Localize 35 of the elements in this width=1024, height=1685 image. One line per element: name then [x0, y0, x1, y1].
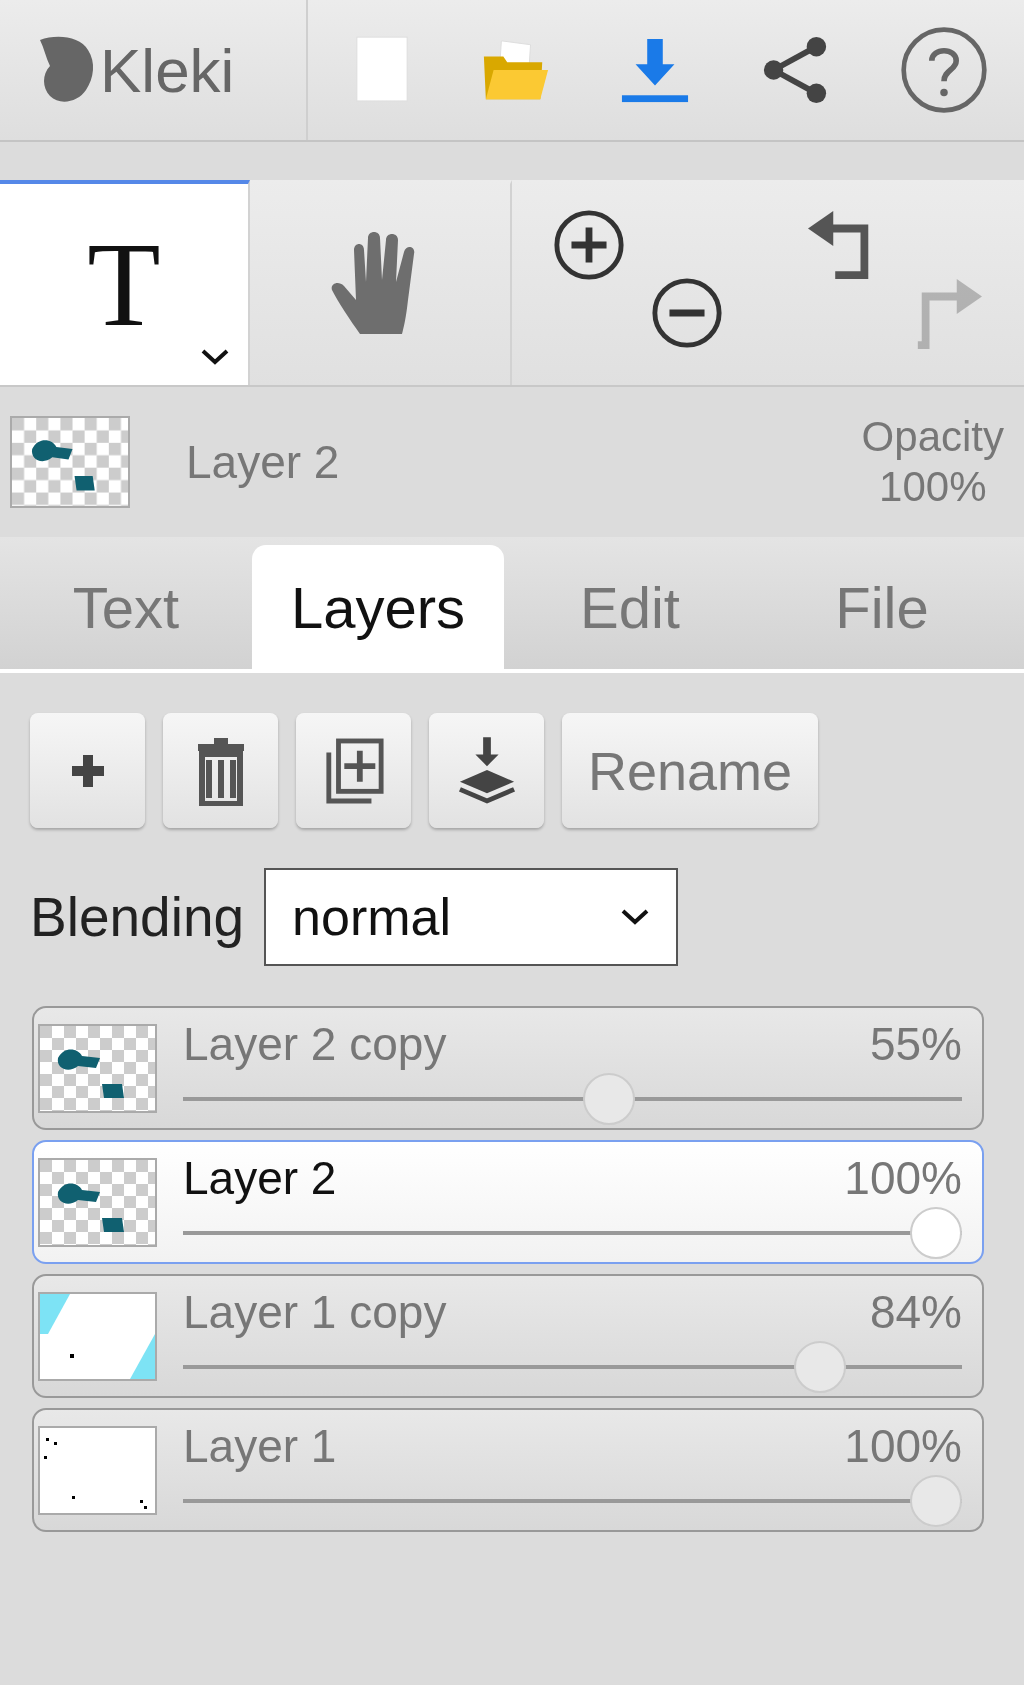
- tab[interactable]: Text: [0, 545, 252, 669]
- merge-layer-button[interactable]: [429, 713, 544, 828]
- trash-icon: [195, 735, 246, 806]
- opacity-value: 84%: [869, 1289, 962, 1335]
- layer-name: Layer 2: [186, 435, 341, 489]
- layer-item[interactable]: Layer 2 100%: [32, 1140, 984, 1264]
- rename-button[interactable]: Rename: [562, 713, 818, 828]
- slider-thumb[interactable]: [910, 1475, 962, 1527]
- layer-item[interactable]: Layer 1 100%: [32, 1408, 984, 1532]
- help-button[interactable]: [899, 25, 990, 115]
- blending-select[interactable]: normal: [264, 868, 679, 966]
- opacity-label: Opacity: [861, 411, 1004, 462]
- chevron-icon: [200, 347, 230, 367]
- opacity-value: 55%: [869, 1021, 962, 1067]
- zoom-in-button[interactable]: [552, 208, 626, 282]
- delete-layer-button[interactable]: [163, 713, 278, 828]
- layer-item[interactable]: Layer 1 copy 84%: [32, 1274, 984, 1398]
- duplicate-layer-button[interactable]: [296, 713, 411, 828]
- slider-thumb[interactable]: [910, 1207, 962, 1259]
- add-layer-button[interactable]: [30, 713, 145, 828]
- type-tool[interactable]: T: [0, 180, 250, 385]
- slider-thumb[interactable]: [582, 1073, 635, 1125]
- tab[interactable]: Edit: [504, 545, 756, 669]
- slider-thumb[interactable]: [793, 1341, 846, 1393]
- merge-down-icon: [457, 736, 516, 805]
- tab[interactable]: Layers: [252, 545, 504, 669]
- blending-label: Blending: [30, 885, 245, 949]
- layer-item[interactable]: Layer 2 copy 55%: [32, 1006, 984, 1130]
- chevron-icon: [620, 907, 651, 927]
- tab[interactable]: File: [756, 545, 1008, 669]
- opacity-value: 100%: [844, 1423, 962, 1469]
- opacity-value: 100%: [844, 1155, 962, 1201]
- opacity-value: 100%: [879, 462, 987, 512]
- logo-text: Kleki: [100, 34, 235, 106]
- zoom-out-button[interactable]: [650, 276, 724, 350]
